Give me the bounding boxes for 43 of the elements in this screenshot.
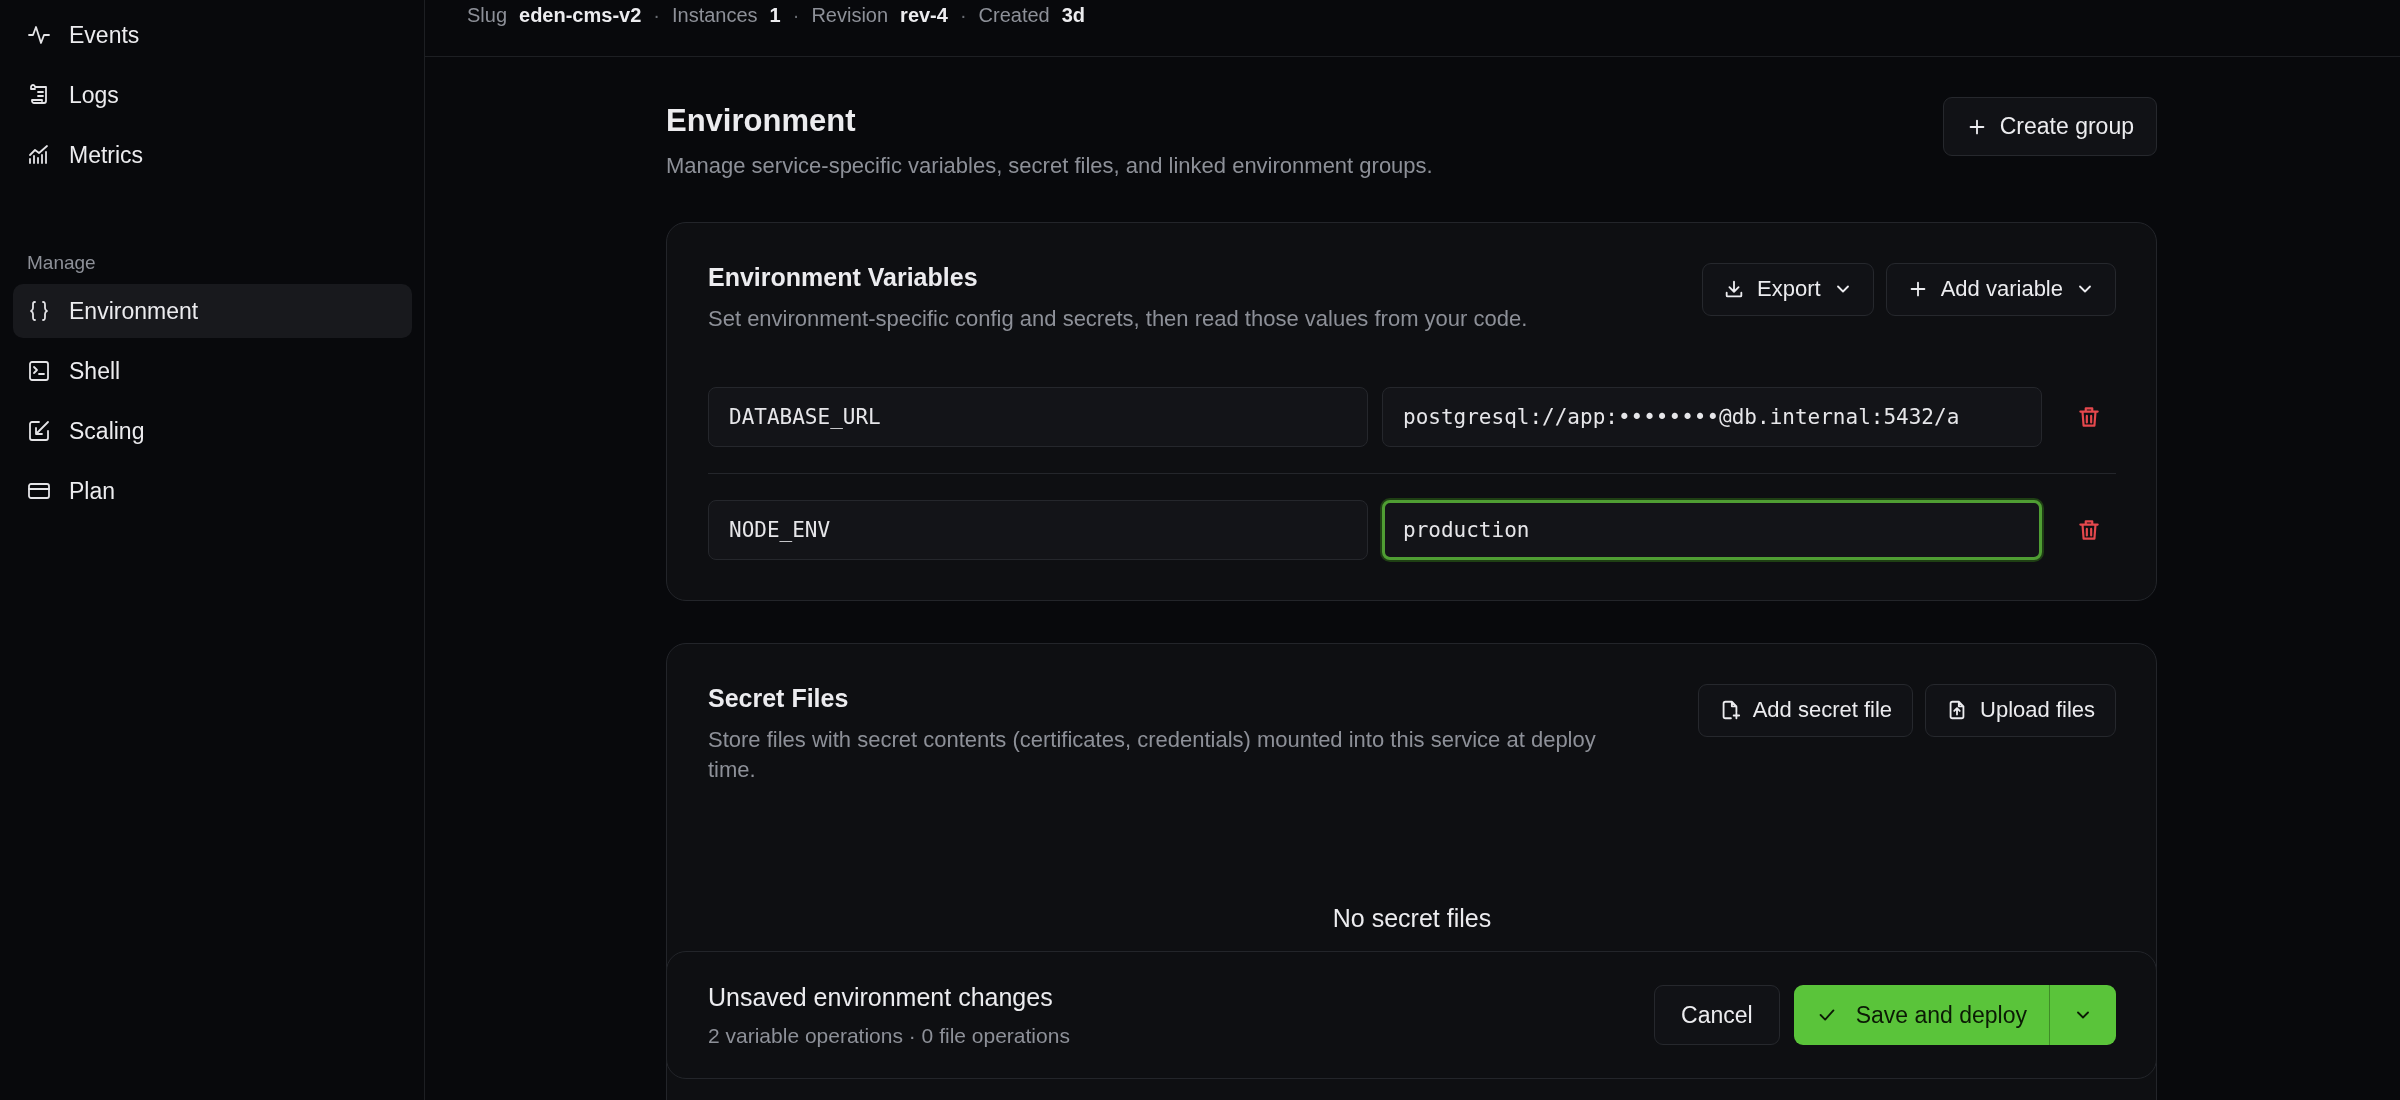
- meta-value: 3d: [1061, 4, 1086, 27]
- pulse-icon: [27, 23, 51, 47]
- sidebar-item[interactable]: Events: [13, 8, 412, 62]
- sidebar-item[interactable]: Scaling: [13, 404, 412, 458]
- page-title: Environment: [666, 103, 857, 139]
- card-title: Secret Files: [708, 683, 850, 713]
- empty-state-title: No secret files: [1331, 904, 1493, 934]
- bar-title: Unsaved environment changes: [708, 982, 1054, 1012]
- dropdown-button[interactable]: Add variable: [1885, 262, 2116, 316]
- sidebar-item[interactable]: Shell: [13, 344, 412, 398]
- meta-label: Slug: [467, 4, 508, 27]
- bar-summary: 2 variable operations · 0 file operations: [708, 1023, 1070, 1048]
- terminal-icon: [27, 359, 51, 383]
- card-description: Set environment-specific config and secrets, then read those values from your code.: [708, 304, 1528, 333]
- card-title: Environment Variables: [708, 262, 979, 292]
- dropdown-button[interactable]: Export: [1702, 262, 1874, 316]
- chart-icon: [27, 143, 51, 167]
- upload-button[interactable]: Upload files: [1925, 683, 2116, 737]
- resize-icon: [27, 419, 51, 443]
- sidebar-item[interactable]: Environment: [13, 284, 412, 338]
- create-group-button[interactable]: Create group: [1942, 97, 2157, 156]
- meta-value: eden-cms-v2: [519, 4, 642, 27]
- page-description: Manage service-specific variables, secret files, and linked environment groups.: [666, 152, 1433, 180]
- sidebar-item[interactable]: Logs: [13, 68, 412, 122]
- value-field[interactable]: production: [1382, 499, 2042, 560]
- separator-dot: ·: [959, 4, 967, 27]
- value-field[interactable]: postgresql://app:••••••••@db.internal:5432/a: [1382, 386, 2042, 447]
- meta-label: Created: [978, 4, 1050, 27]
- meta-value: 1: [769, 4, 781, 27]
- key-field[interactable]: NODE_ENV: [708, 499, 1368, 560]
- sidebar-item[interactable]: Metrics: [13, 128, 412, 182]
- card-description: Store files with secret contents (certificates, credentials) mounted into this service at deploy time.: [708, 725, 1597, 785]
- add-file-button[interactable]: Add secret file: [1697, 683, 1914, 737]
- sidebar-item[interactable]: Plan: [13, 464, 412, 518]
- meta-label: Instances: [672, 4, 758, 27]
- separator-dot: ·: [792, 4, 800, 27]
- key-field[interactable]: DATABASE_URL: [708, 386, 1368, 447]
- cancel-button[interactable]: Cancel: [1654, 985, 1780, 1045]
- meta-value: rev-4: [900, 4, 948, 27]
- meta-label: Revision: [811, 4, 889, 27]
- separator-dot: ·: [653, 4, 660, 27]
- section-heading: Manage: [27, 252, 97, 274]
- braces-icon: [27, 299, 51, 323]
